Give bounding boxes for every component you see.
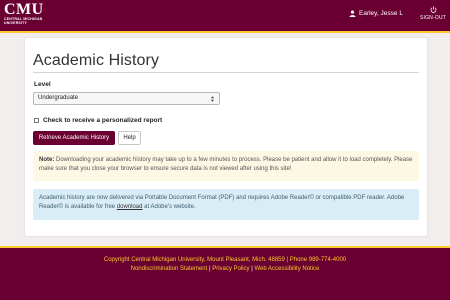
top-navbar: CMU Central Michigan University Earley, … — [0, 0, 450, 31]
info-text-1: Academic history are now delivered via P… — [39, 195, 405, 210]
note-text: Downloading your academic history may ta… — [39, 157, 413, 172]
nondiscrimination-link[interactable]: Nondiscrimination Statement — [131, 266, 208, 272]
user-menu[interactable]: Earley, Jesse L — [349, 10, 403, 17]
signout-button[interactable]: SIGN-OUT — [419, 6, 447, 21]
footer-links: Nondiscrimination Statement | Privacy Po… — [0, 265, 450, 274]
footer: Copyright Central Michigan University, M… — [0, 248, 450, 300]
user-name: Earley, Jesse L — [359, 10, 403, 17]
note-label: Note: — [39, 157, 55, 163]
download-note-alert: Note: Downloading your academic history … — [33, 151, 419, 181]
personalized-report-checkbox[interactable] — [34, 118, 39, 123]
retrieve-academic-history-button[interactable]: Retrieve Academic History — [33, 131, 115, 145]
main-card: Academic History Level Undergraduate Che… — [25, 38, 427, 236]
footer-separator: | — [251, 266, 253, 272]
level-select[interactable]: Undergraduate — [33, 92, 220, 105]
select-arrows-icon — [210, 96, 215, 102]
title-divider — [33, 72, 419, 73]
web-accessibility-link[interactable]: Web Accessibility Notice — [254, 266, 319, 272]
info-text-2: at Adobe's website. — [144, 203, 196, 210]
person-icon — [349, 10, 356, 17]
header-gold-stripe — [0, 31, 450, 33]
power-icon — [430, 6, 436, 13]
footer-address-line: Copyright Central Michigan University, M… — [0, 256, 450, 265]
footer-separator: | — [208, 266, 211, 272]
personalized-report-label[interactable]: Check to receive a personalized report — [43, 117, 162, 124]
level-label: Level — [34, 81, 51, 88]
signout-label: SIGN-OUT — [419, 15, 447, 21]
personalized-report-row: Check to receive a personalized report — [34, 117, 162, 124]
page-title: Academic History — [33, 52, 160, 69]
adobe-download-link[interactable]: download — [117, 204, 143, 210]
footer-address: Central Michigan University, Mount Pleas… — [131, 257, 347, 263]
level-select-value: Undergraduate — [38, 95, 79, 101]
help-button[interactable]: Help — [118, 131, 141, 145]
copyright-link[interactable]: Copyright — [104, 257, 130, 263]
logo-wordmark: CMU — [4, 1, 44, 18]
logo-subtitle: Central Michigan University — [4, 17, 43, 25]
cmu-logo[interactable]: CMU Central Michigan University — [4, 1, 44, 26]
privacy-policy-link[interactable]: Privacy Policy — [212, 266, 249, 272]
pdf-info-alert: Academic history are now delivered via P… — [33, 189, 419, 220]
